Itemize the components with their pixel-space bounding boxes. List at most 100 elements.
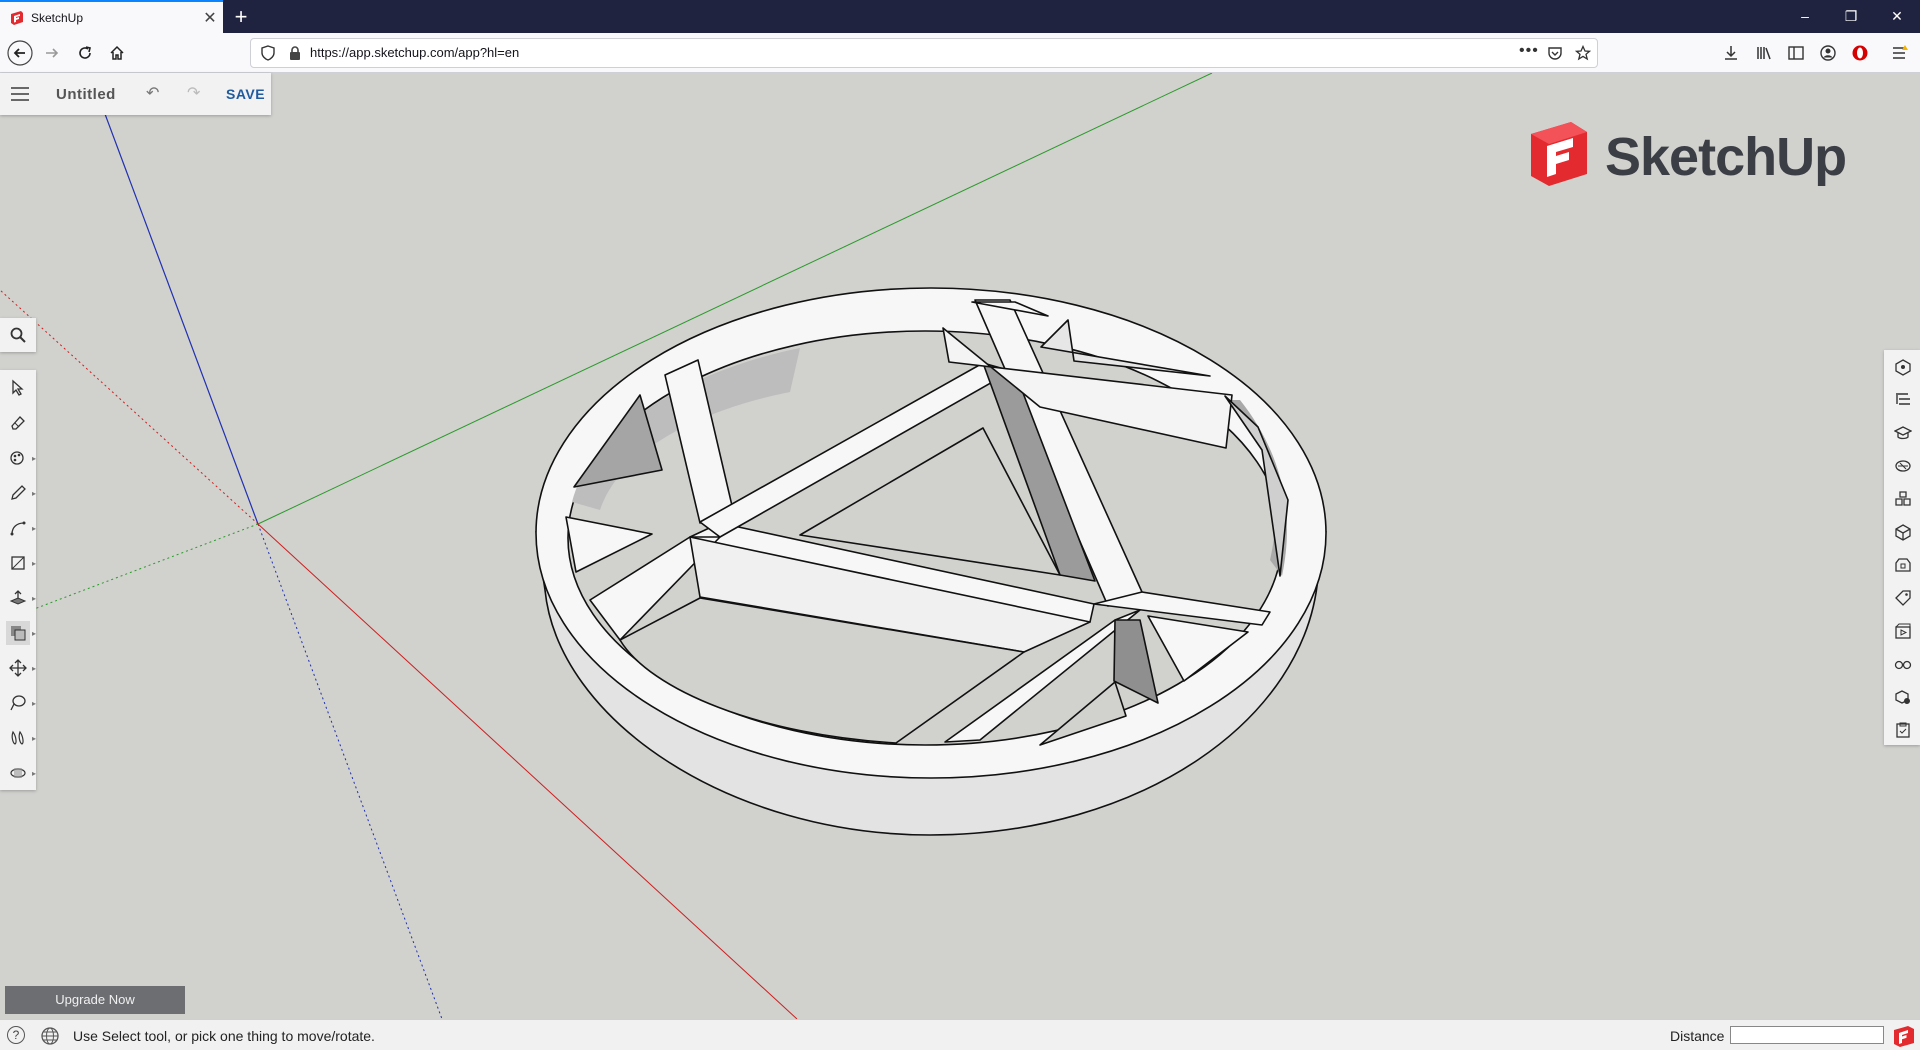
move-tool-button[interactable]: ▸ [6, 656, 36, 680]
tags-icon [1895, 590, 1911, 606]
rectangle-icon [11, 556, 25, 570]
restore-button[interactable]: ❐ [1828, 0, 1874, 33]
report-icon [1896, 722, 1910, 738]
paint-tool-button[interactable]: ▸ [6, 446, 36, 470]
search-tool-button[interactable] [6, 323, 30, 347]
account-icon [1820, 45, 1836, 61]
panels-toolbar [1884, 350, 1920, 745]
tab-title: SketchUp [31, 10, 84, 25]
arc-icon [10, 521, 26, 536]
opera-icon [1852, 45, 1868, 61]
document-title[interactable]: Untitled [56, 86, 116, 103]
display-button[interactable] [1892, 653, 1914, 675]
sketchup-favicon-icon [11, 10, 23, 25]
distance-input[interactable] [1730, 1026, 1884, 1044]
outliner-icon [1896, 393, 1910, 405]
sketchup-logo: SketchUp [1525, 120, 1847, 192]
forward-button[interactable] [38, 39, 66, 67]
sidebar-icon [1788, 46, 1804, 60]
model-viewport[interactable] [0, 73, 1920, 1019]
url-bar[interactable]: https://app.sketchup.com/app?hl=en ••• [250, 38, 1598, 68]
move-icon [9, 659, 27, 677]
components-icon [1895, 491, 1911, 506]
scenes-button[interactable] [1892, 620, 1914, 642]
search-icon [10, 327, 26, 343]
browser-tab-sketchup[interactable]: SketchUp ✕ [0, 0, 223, 33]
solid-inspector-icon [1895, 690, 1910, 704]
browser-tabstrip: SketchUp ✕ + – ❐ ✕ [0, 0, 1920, 33]
offset-tool-button[interactable]: ▸ [6, 621, 36, 645]
styles-button[interactable] [1892, 521, 1914, 543]
url-text[interactable]: https://app.sketchup.com/app?hl=en [310, 39, 519, 67]
status-bar: ? Use Select tool, or pick one thing to … [0, 1019, 1920, 1050]
eraser-icon [11, 416, 25, 430]
close-window-button[interactable]: ✕ [1874, 0, 1920, 33]
minimize-button[interactable]: – [1782, 0, 1828, 33]
tab-close-icon[interactable]: ✕ [197, 8, 223, 28]
browser-menu-button[interactable] [1886, 39, 1914, 67]
scenes-icon [1895, 623, 1911, 639]
help-icon[interactable]: ? [7, 1026, 25, 1044]
globe-icon[interactable] [40, 1026, 60, 1046]
solid-inspector-button[interactable] [1892, 686, 1914, 708]
instructor-icon [1894, 426, 1912, 440]
undo-icon[interactable]: ↶ [146, 83, 159, 103]
rectangle-tool-button[interactable]: ▸ [6, 551, 36, 575]
hamburger-menu-icon [1893, 45, 1908, 59]
instructor-button[interactable] [1892, 422, 1914, 444]
downloads-button[interactable] [1717, 39, 1745, 67]
orbit-tool-button[interactable]: ▸ [6, 761, 36, 785]
sidebar-button[interactable] [1782, 39, 1810, 67]
app-menu-icon[interactable] [8, 84, 32, 104]
tags-button[interactable] [1892, 587, 1914, 609]
home-button[interactable] [103, 39, 131, 67]
styles-icon [1895, 524, 1911, 541]
ring-triangle-model[interactable] [535, 287, 1327, 836]
lock-icon[interactable] [287, 45, 303, 61]
sketchup-logo-mark-icon [1531, 122, 1587, 186]
select-tool-button[interactable] [6, 376, 30, 400]
offset-icon [11, 626, 26, 641]
pocket-icon[interactable] [1547, 45, 1563, 61]
upgrade-now-button[interactable]: Upgrade Now [5, 986, 185, 1014]
home-icon [110, 45, 124, 60]
browser-navbar: https://app.sketchup.com/app?hl=en ••• [0, 33, 1920, 73]
materials-icon [1895, 460, 1911, 472]
entity-info-button[interactable] [1892, 356, 1914, 378]
entity-info-icon [1895, 359, 1911, 376]
account-button[interactable] [1814, 39, 1842, 67]
eraser-tool-button[interactable] [6, 411, 30, 435]
outliner-button[interactable] [1892, 389, 1914, 411]
push-pull-icon [9, 590, 27, 605]
components-button[interactable] [1892, 488, 1914, 510]
app-header: Untitled ↶ ↷ SAVE [0, 73, 271, 115]
paint-bucket-icon [10, 451, 24, 465]
distance-label: Distance [1670, 1028, 1725, 1044]
reload-button[interactable] [71, 39, 99, 67]
tape-tool-button[interactable]: ▸ [6, 691, 36, 715]
pencil-tool-button[interactable]: ▸ [6, 481, 36, 505]
display-icon [1894, 660, 1912, 670]
opera-extension-button[interactable] [1846, 39, 1874, 67]
back-button[interactable] [6, 39, 34, 67]
report-button[interactable] [1892, 719, 1914, 741]
save-button[interactable]: SAVE [226, 86, 265, 102]
sketchup-logo-text: SketchUp [1605, 127, 1847, 187]
page-actions-icon[interactable]: ••• [1519, 42, 1539, 60]
tracking-shield-icon[interactable] [260, 45, 276, 61]
pencil-icon [11, 485, 26, 500]
push-pull-tool-button[interactable]: ▸ [6, 586, 36, 610]
new-tab-button[interactable]: + [228, 4, 254, 30]
materials-button[interactable] [1892, 455, 1914, 477]
views-button[interactable] [1892, 554, 1914, 576]
search-toolbar [0, 318, 36, 352]
reload-icon [79, 46, 91, 59]
arc-tool-button[interactable]: ▸ [6, 516, 36, 540]
library-button[interactable] [1750, 39, 1778, 67]
walk-tool-button[interactable]: ▸ [6, 726, 36, 750]
status-message: Use Select tool, or pick one thing to mo… [73, 1028, 375, 1044]
download-icon [1725, 46, 1737, 60]
redo-icon[interactable]: ↷ [187, 83, 200, 103]
sketchup-status-logo-icon[interactable] [1892, 1024, 1916, 1048]
bookmark-star-icon[interactable] [1575, 45, 1591, 61]
